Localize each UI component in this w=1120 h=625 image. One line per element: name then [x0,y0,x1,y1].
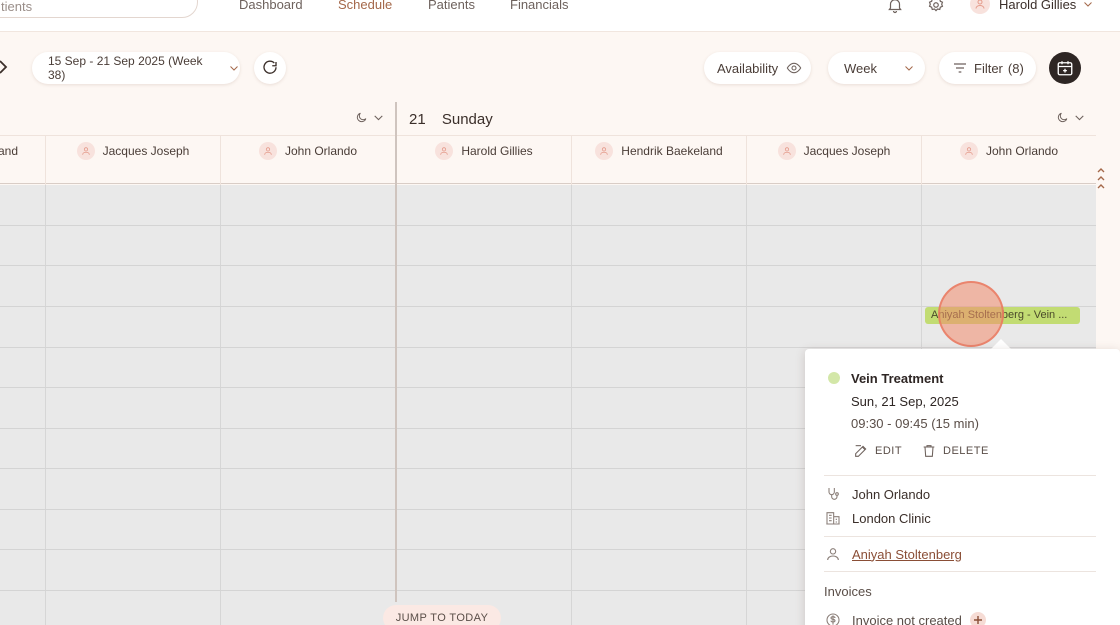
filter-label: Filter [974,60,1003,76]
invoices-heading: Invoices [824,584,872,599]
chevron-down-icon [1084,2,1093,7]
patient-link[interactable]: Aniyah Stoltenberg [852,547,962,562]
refresh-button[interactable] [254,52,286,84]
view-label: Week [844,60,877,76]
schedule-toolbar: 15 Sep - 21 Sep 2025 (Week 38) Availabil… [0,32,1120,102]
dollar-icon [826,613,840,625]
date-range-label: 15 Sep - 21 Sep 2025 (Week 38) [48,54,203,82]
user-avatar-icon [435,142,454,160]
appointment-popover: Vein Treatment Sun, 21 Sep, 2025 09:30 -… [805,349,1120,625]
refresh-icon [263,60,277,74]
divider [824,571,1096,572]
staff-column-header: Jacques Joseph [46,136,221,185]
filter-icon [954,63,966,73]
staff-column-header: Harold Gillies [397,136,572,185]
invoice-status: Invoice not created [852,612,962,625]
night-hours-toggle[interactable] [355,111,385,124]
divider [824,536,1096,537]
user-avatar-icon [959,142,978,160]
jump-to-today-button[interactable]: JUMP TO TODAY [383,605,501,625]
search-placeholder: tients [1,0,33,14]
staff-name: Jacques Joseph [102,144,190,158]
scroll-arrows-icon [1097,168,1105,189]
date-range-select[interactable]: 15 Sep - 21 Sep 2025 (Week 38) [32,52,240,84]
availability-label: Availability [717,60,779,76]
invoice-row: Invoice not created [825,612,986,625]
day-title: 21 Sunday [409,111,493,128]
filter-count: (8) [1007,60,1024,76]
calendar-plus-icon [1057,61,1073,76]
night-hours-toggle[interactable] [1056,111,1086,124]
availability-toggle[interactable]: Availability [704,52,811,84]
click-indicator [938,281,1004,347]
user-name: Harold Gillies [999,0,1077,12]
staff-column-header: and [0,136,46,185]
day-header: 21 Sunday and Jacques Joseph John Orland… [0,102,1120,185]
appointment-date: Sun, 21 Sep, 2025 [851,394,959,409]
patient-row: Aniyah Stoltenberg [825,546,962,562]
status-dot [828,372,840,384]
staff-name: Jacques Joseph [803,144,891,158]
nav-financials[interactable]: Financials [510,0,569,12]
staff-header-row: and Jacques Joseph John Orlando Harold G… [0,135,1096,185]
appointment-time: 09:30 - 09:45 (15 min) [851,416,979,431]
building-icon [826,512,840,525]
user-menu[interactable]: Harold Gillies [970,0,1094,14]
practitioner-name: John Orlando [852,486,931,502]
edit-icon [855,445,867,457]
chevron-down-icon [374,115,383,121]
staff-name: Hendrik Baekeland [621,144,723,158]
delete-label: DELETE [943,445,989,457]
bell-icon[interactable] [886,0,904,14]
chevron-down-icon [230,66,238,71]
staff-name: John Orlando [985,144,1059,158]
user-avatar-icon [970,0,990,14]
delete-button[interactable]: DELETE [921,443,989,459]
user-avatar-icon [595,142,614,160]
day-number: 21 [409,111,426,128]
chevron-right-icon[interactable] [0,60,10,74]
day-name: Sunday [441,111,493,128]
chevron-down-icon [905,66,913,71]
user-avatar-icon [258,142,277,160]
view-select[interactable]: Week [828,52,925,84]
add-invoice-button[interactable] [969,612,986,625]
nav-patients[interactable]: Patients [428,0,475,12]
nav-schedule[interactable]: Schedule [338,0,392,12]
staff-name: and [0,144,18,158]
edit-button[interactable]: EDIT [853,443,902,459]
person-icon [827,548,839,561]
staff-column-header: John Orlando [221,136,396,185]
vertical-scrollbar[interactable] [1096,166,1106,192]
filter-button[interactable]: Filter (8) [939,52,1036,84]
top-nav-bar: tients Dashboard Schedule Patients Finan… [0,0,1120,32]
trash-icon [923,445,935,457]
staff-name: John Orlando [284,144,358,158]
staff-column-header: Hendrik Baekeland [572,136,747,185]
appointment-title: Vein Treatment [851,371,944,386]
gear-icon[interactable] [927,0,945,14]
day-separator [395,102,397,602]
staff-column-header: John Orlando [922,136,1096,185]
plus-icon [973,616,982,624]
user-avatar-icon [777,142,796,160]
user-avatar-icon [76,142,95,160]
nav-dashboard[interactable]: Dashboard [239,0,303,12]
moon-icon [1057,112,1068,123]
practitioner-row: John Orlando [825,486,930,502]
divider [824,475,1096,476]
stethoscope-icon [828,488,839,500]
chevron-down-icon [1075,115,1084,121]
location-name: London Clinic [852,510,931,526]
patient-search-input[interactable]: tients [0,0,198,18]
staff-column-header: Jacques Joseph [747,136,922,185]
location-row: London Clinic [825,510,931,526]
edit-label: EDIT [875,445,903,457]
eye-icon [786,62,802,74]
moon-icon [356,112,367,123]
staff-name: Harold Gillies [461,144,533,158]
new-appointment-button[interactable] [1049,52,1081,84]
